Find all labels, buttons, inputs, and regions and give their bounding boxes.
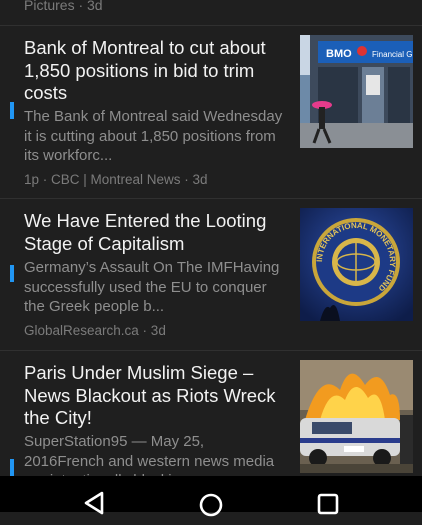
unread-indicator — [10, 102, 14, 119]
article-thumbnail[interactable] — [300, 360, 413, 473]
svg-text:Financial G: Financial G — [372, 50, 412, 59]
article-card-bmo[interactable]: Bank of Montreal to cut about 1,850 posi… — [0, 26, 422, 198]
article-meta: 1p · CBC | Montreal News · 3d — [24, 172, 208, 187]
article-meta: GlobalResearch.ca · 3d — [24, 323, 166, 338]
back-button[interactable] — [80, 490, 110, 520]
burning-police-car-photo-icon — [300, 360, 413, 473]
bank-building-photo-icon: BMO Financial G — [300, 35, 413, 148]
article-snippet: The Bank of Montreal said Wednesday it i… — [24, 108, 283, 164]
article-title[interactable]: Paris Under Muslim Siege – News Blackout… — [24, 362, 286, 430]
article-thumbnail[interactable]: INTERNATIONAL MONETARY FUND — [300, 208, 413, 321]
circle-home-icon — [199, 493, 223, 517]
svg-text:BMO: BMO — [326, 48, 352, 60]
news-feed: Pictures · 3d Bank of Montreal to cut ab… — [0, 0, 422, 476]
triangle-back-icon — [84, 491, 104, 515]
square-recents-icon — [317, 493, 339, 515]
home-button[interactable] — [196, 490, 226, 520]
article-title[interactable]: We Have Entered the Looting Stage of Cap… — [24, 210, 286, 255]
article-card-capitalism[interactable]: We Have Entered the Looting Stage of Cap… — [0, 199, 422, 350]
unread-indicator — [10, 459, 14, 476]
article-card-paris[interactable]: Paris Under Muslim Siege – News Blackout… — [0, 351, 422, 476]
system-navigation-bar — [0, 476, 422, 517]
article-snippet: SuperStation95 — May 25, 2016French and … — [24, 433, 275, 476]
recents-button[interactable] — [313, 490, 343, 520]
unread-indicator — [10, 265, 14, 282]
article-snippet: Germany’s Assault On The IMFHaving succe… — [24, 259, 280, 315]
article-title[interactable]: Bank of Montreal to cut about 1,850 posi… — [24, 37, 286, 105]
previous-item-meta: Pictures · 3d — [24, 0, 103, 13]
article-thumbnail[interactable]: BMO Financial G — [300, 35, 413, 148]
imf-seal-photo-icon: INTERNATIONAL MONETARY FUND — [300, 208, 413, 321]
